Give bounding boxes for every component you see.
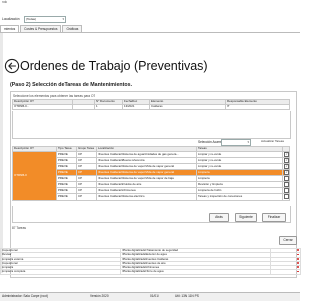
next-button[interactable]: Siguiente <box>235 213 257 222</box>
page-title: Ordenes de Trabajo (Preventivas) <box>20 59 208 73</box>
cell-localizacion: \Fuentes Calderas\Sistema eléctrico <box>96 193 197 201</box>
status-dot-icon <box>297 266 299 269</box>
cell-check[interactable]: ✓ <box>282 150 290 159</box>
cell-responsable: IT <box>225 104 290 110</box>
cell-descripcion: OTRNB-0... <box>12 104 73 110</box>
close-button[interactable]: Cerrar <box>279 236 297 245</box>
cell-empty <box>72 104 95 110</box>
checkbox[interactable] <box>284 194 289 199</box>
checkbox[interactable]: ✓ <box>284 152 289 157</box>
cell-status <box>270 269 301 275</box>
tab-costes-presupuestos[interactable]: Costes & Presupuestos <box>20 25 62 32</box>
status-version: Versión 2020 <box>90 293 109 298</box>
toolbar-fragment: ndo <box>2 0 8 4</box>
step-title: (Paso 2) Selección deTareas de Mantenimi… <box>10 82 133 88</box>
status-dot-icon <box>297 271 299 273</box>
tab-graficas[interactable]: Gráficas <box>62 25 83 32</box>
status-dot-icon <box>297 258 299 260</box>
selection-select[interactable]: ▾ <box>221 139 251 146</box>
tab-mantenimientos[interactable]: mientos <box>0 25 20 32</box>
checkbox[interactable] <box>284 176 289 181</box>
cell-check[interactable] <box>282 187 290 195</box>
status-dot-icon <box>297 249 299 251</box>
status-user: Administrador: Sala Carpe (root) <box>2 293 48 298</box>
cell-check[interactable] <box>282 175 290 183</box>
hint-text: Seleccione los elementos para obtener la… <box>13 94 96 98</box>
checkbox[interactable]: ✓ <box>284 164 289 169</box>
tabs-divider <box>0 32 300 33</box>
location-value: (Todas) <box>26 16 37 21</box>
cell-check[interactable]: ✓ <box>282 169 290 177</box>
back-arrow-icon[interactable] <box>4 58 20 74</box>
table-row[interactable]: Limpieza completa \Planta digitalizada\T… <box>0 269 301 275</box>
checkbox[interactable]: ✓ <box>284 158 289 163</box>
background-table: Inspeccionar \Planta digitalizada\Tratam… <box>0 247 301 275</box>
elements-table-body <box>12 111 291 139</box>
cell-tarea: Tareas y inspectión de conexiones <box>196 193 283 201</box>
chevron-down-icon: ▾ <box>247 140 249 144</box>
cell-check[interactable] <box>282 193 290 201</box>
checkbox[interactable] <box>284 188 289 193</box>
back-button[interactable]: Atrás <box>209 213 229 222</box>
status-dot-icon <box>297 262 299 264</box>
main-tabs: mientos Costes & Presupuestos Gráficas <box>0 25 83 32</box>
group-cell: OTRNB-0 <box>12 151 57 201</box>
status-dot-icon <box>297 253 299 256</box>
side-strip <box>0 33 3 273</box>
cell-n-documento: 1 <box>94 104 123 110</box>
cell-check[interactable] <box>282 181 290 189</box>
chevron-down-icon: ▾ <box>62 16 64 21</box>
location-select[interactable]: (Todas) ▾ <box>24 15 66 23</box>
finish-button[interactable]: Finalizar <box>262 213 286 222</box>
cell-check[interactable]: ✓ <box>282 157 290 165</box>
cell-fechadoc: 13/2021 <box>122 104 150 110</box>
checkbox[interactable] <box>284 182 289 187</box>
cell-elemento: Calderas <box>149 104 226 110</box>
row-count: 87 Tareas <box>12 226 26 230</box>
cell-check[interactable]: ✓ <box>282 163 290 171</box>
tasks-table: Descripción OT Tipo Tarea Grupo Tarea Lo… <box>12 146 290 201</box>
location-label: Localización <box>2 17 20 21</box>
cell-b: \Planta digitalizada\Torre de agua <box>120 269 271 275</box>
status-util: Util: 13N 11N PS <box>175 293 199 298</box>
cell-grupo: CP <box>76 193 97 201</box>
update-tasks-button[interactable]: Actualizar Tareas <box>255 139 290 144</box>
col-header[interactable]: Grupo Tarea <box>76 146 97 152</box>
elements-table: Descripción OT Nº Documento FechaDoc Ele… <box>12 99 290 110</box>
status-date: 01/01/ <box>150 293 159 298</box>
cell-a: Limpieza completa <box>0 269 121 275</box>
checkbox[interactable]: ✓ <box>284 170 289 175</box>
cell-tipo: PREVE <box>56 193 77 201</box>
table-row[interactable]: OTRNB-0... 1 13/2021 Calderas IT <box>12 104 290 110</box>
